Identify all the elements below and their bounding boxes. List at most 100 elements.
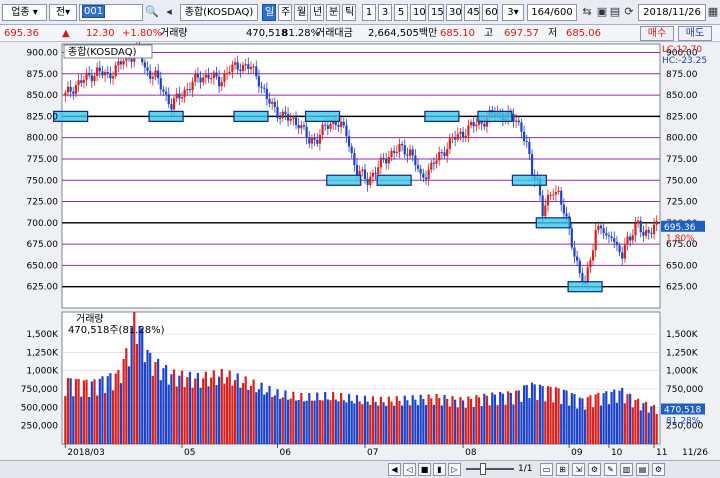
volume-bar [98,378,101,444]
volume-bar [583,409,587,444]
code-input[interactable]: 001 [79,4,143,21]
volume-bar [461,400,465,444]
tab-tick[interactable]: 틱 [342,4,356,21]
price-volume-chart[interactable]: 625.00 625.00650.00 650.00675.00 675.00700.… [0,42,720,460]
candle-body [183,89,186,98]
candle-body [414,155,417,166]
volume-bar [210,377,213,444]
speaker-icon[interactable]: ◂ [162,5,176,19]
buy-button[interactable]: 매수 [640,26,674,41]
candle-body [406,154,409,156]
tab-day[interactable]: 일 [262,4,276,21]
exchange-icon[interactable]: ⇆ [580,5,594,19]
volume-bar [576,408,579,444]
candle-body [74,85,78,94]
volume-bar [318,400,321,444]
volume-bar [637,398,640,444]
volume-bar [159,380,162,444]
zoom-level: 1/1 [518,464,533,474]
lock-icon[interactable]: ▣ [595,5,609,19]
volume-bar [347,394,351,444]
minute-60[interactable]: 60 [482,4,498,21]
pause-icon[interactable]: ▮ [433,463,446,476]
volume-bar [324,392,327,444]
tab-minute[interactable]: 분 [326,4,340,21]
candle-body [239,69,242,72]
volume-bar [225,377,229,444]
volume-bar [172,369,176,444]
volume-bar [419,394,422,444]
candle-body [244,64,247,66]
low-label: 저 [548,28,558,39]
candle-body [130,58,133,62]
zoom-slider[interactable] [466,468,514,470]
search-icon[interactable]: 🔍 [145,5,159,19]
volume-bar [477,397,481,444]
code-value: 001 [82,5,106,18]
layout-icon[interactable]: ▥ [620,463,633,476]
settings-icon[interactable]: ⚙ [652,463,665,476]
candle-body [98,67,101,72]
gear-icon[interactable]: ⚙ [588,463,601,476]
expand-icon[interactable]: ⇲ [572,463,585,476]
price-y-tick-left: 750.00 [27,176,59,186]
candle-body [631,235,634,241]
calendar-icon[interactable]: ▦ [706,5,720,19]
candle-body [64,92,67,96]
candle-body [149,70,152,79]
minute-10[interactable]: 10 [410,4,426,21]
type-select[interactable]: 전▾ [49,4,77,21]
candle-body [411,149,414,156]
volume-bar [507,391,510,444]
scroll-start-icon[interactable]: ◀ [388,463,401,476]
candle-body [419,168,422,174]
minute-5[interactable]: 5 [394,4,408,21]
volume-bar [565,390,568,444]
refresh-icon[interactable]: ⟳ [622,5,636,19]
tab-month[interactable]: 월 [294,4,308,21]
count-input[interactable]: 164/600 [527,4,577,21]
candle-body [172,98,176,110]
bottom-date-label: 11/26 [682,448,708,458]
volume-y-tick-right: 1,250K [666,348,699,358]
date-input[interactable]: 2018/11/26 [638,4,706,21]
market-select[interactable]: 업종 ▾ [2,4,47,21]
volume-bar [448,406,451,444]
tick-select[interactable]: 3▾ [502,4,524,21]
zoom-out-icon[interactable]: ▭ [540,463,553,476]
volume-bar [530,382,534,444]
zoom-slider-handle[interactable] [480,463,486,475]
volume-bar [401,405,404,444]
scroll-right-icon[interactable]: ▷ [448,463,461,476]
chart-navigation-bar: ◀ ◁ ■ ▮ ▷ 1/1 ▭ ⊞ ⇲ ⚙ ✎ ▥ ▤ ⚙ [0,460,720,478]
volume-bar [154,362,157,444]
scroll-left-icon[interactable]: ◁ [403,463,416,476]
tools-icon[interactable]: ✎ [604,463,617,476]
candle-body [432,162,436,164]
minute-15[interactable]: 15 [428,4,444,21]
tab-year[interactable]: 년 [310,4,324,21]
volume-bar [605,391,608,444]
sell-button[interactable]: 매도 [678,26,712,41]
volume-bar [451,396,454,444]
volume-bar [300,392,303,444]
price-y-tick-right: 775.00 [666,155,698,165]
stop-icon[interactable]: ■ [418,463,431,476]
minute-1[interactable]: 1 [362,4,376,21]
price-y-tick-left: 825.00 [27,112,59,122]
tab-week[interactable]: 주 [278,4,292,21]
volume-bar [631,407,634,444]
volume-bar [69,378,72,444]
minute-45[interactable]: 45 [464,4,480,21]
candle-body [271,101,274,104]
candle-body [154,70,157,77]
save-icon[interactable]: ▤ [608,5,622,19]
x-tick-label: 09 [571,448,583,458]
volume-bar [329,400,332,444]
zoom-in-icon[interactable]: ⊞ [556,463,569,476]
candle-body [257,76,261,87]
minute-3[interactable]: 3 [378,4,392,21]
minute-30[interactable]: 30 [446,4,462,21]
volume-bar [310,400,314,444]
print-icon[interactable]: ▤ [636,463,649,476]
